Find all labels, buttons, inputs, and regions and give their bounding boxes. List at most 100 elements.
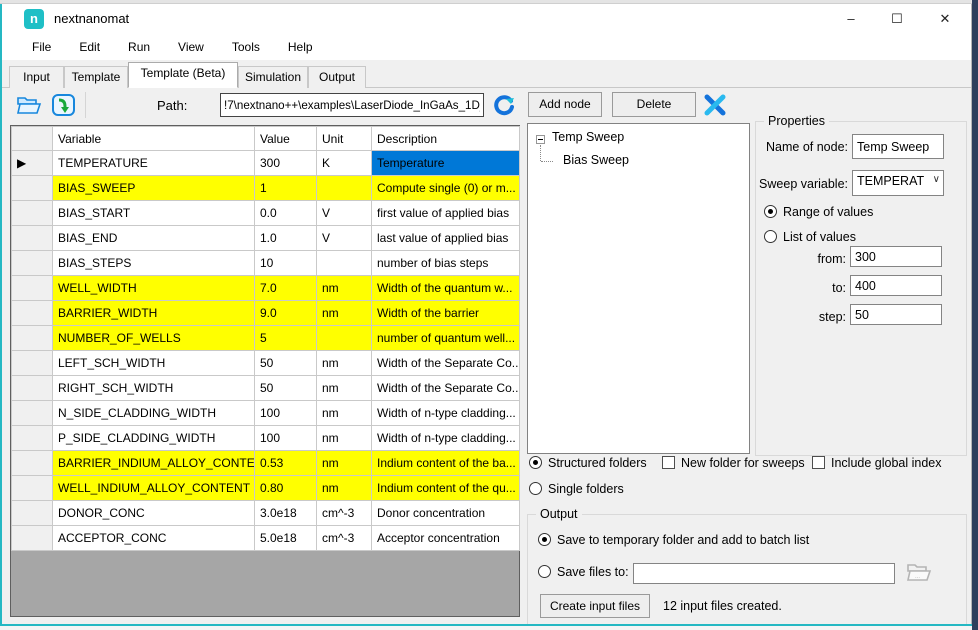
cell-value[interactable]: 1.0 [255,226,317,251]
row-selector[interactable] [12,401,53,426]
browse-folder-icon[interactable]: ... [906,561,932,588]
cell-value[interactable]: 0.0 [255,201,317,226]
checkbox-icon[interactable] [662,456,675,469]
tab-input[interactable]: Input [9,66,64,88]
cell-variable[interactable]: WELL_WIDTH [53,276,255,301]
close-button[interactable]: ✕ [923,4,967,34]
add-node-button[interactable]: Add node [528,92,602,117]
cell-unit[interactable]: cm^-3 [317,526,372,551]
menu-help[interactable]: Help [278,36,323,58]
cell-unit[interactable]: nm [317,351,372,376]
col-value[interactable]: Value [255,127,317,151]
cell-variable[interactable]: NUMBER_OF_WELLS [53,326,255,351]
tab-template-beta[interactable]: Template (Beta) [128,62,238,88]
path-input[interactable] [220,93,484,117]
cell-value[interactable]: 0.80 [255,476,317,501]
tree-node-root[interactable]: Temp Sweep [552,130,624,144]
cell-value[interactable]: 100 [255,401,317,426]
cell-variable[interactable]: ACCEPTOR_CONC [53,526,255,551]
row-selector[interactable] [12,376,53,401]
col-variable[interactable]: Variable [53,127,255,151]
cell-value[interactable]: 7.0 [255,276,317,301]
cell-variable[interactable]: BIAS_SWEEP [53,176,255,201]
cell-description[interactable]: Indium content of the qu... [372,476,520,501]
cell-description[interactable]: Acceptor concentration [372,526,520,551]
cell-value[interactable]: 3.0e18 [255,501,317,526]
radio-icon[interactable] [764,205,777,218]
cell-unit[interactable] [317,251,372,276]
row-selector[interactable] [12,326,53,351]
cell-variable[interactable]: WELL_INDIUM_ALLOY_CONTENT [53,476,255,501]
cell-description[interactable]: Width of n-type cladding... [372,401,520,426]
global-index-checkbox[interactable]: Include global index [812,456,942,470]
cell-description[interactable]: Width of the Separate Co... [372,351,520,376]
cell-description[interactable]: Temperature [372,151,520,176]
list-of-values-option[interactable]: List of values [764,230,856,244]
menu-run[interactable]: Run [118,36,160,58]
cell-value[interactable]: 10 [255,251,317,276]
row-selector[interactable] [12,251,53,276]
cell-variable[interactable]: BIAS_STEPS [53,251,255,276]
row-selector[interactable] [12,426,53,451]
menu-file[interactable]: File [22,36,61,58]
tab-template[interactable]: Template [64,66,128,88]
cell-description[interactable]: number of quantum well... [372,326,520,351]
cell-value[interactable]: 50 [255,351,317,376]
cell-unit[interactable]: nm [317,301,372,326]
cell-variable[interactable]: LEFT_SCH_WIDTH [53,351,255,376]
cell-unit[interactable] [317,176,372,201]
cell-unit[interactable] [317,326,372,351]
cell-unit[interactable]: nm [317,276,372,301]
cell-value[interactable]: 1 [255,176,317,201]
cell-description[interactable]: last value of applied bias [372,226,520,251]
save-temp-option[interactable]: Save to temporary folder and add to batc… [538,533,809,547]
cell-variable[interactable]: DONOR_CONC [53,501,255,526]
row-selector[interactable] [12,226,53,251]
cell-variable[interactable]: BIAS_END [53,226,255,251]
cell-variable[interactable]: TEMPERATURE [53,151,255,176]
node-name-field[interactable] [852,134,944,159]
col-description[interactable]: Description [372,127,520,151]
radio-icon[interactable] [538,565,551,578]
single-folders-option[interactable]: Single folders [529,482,624,496]
cell-unit[interactable]: nm [317,401,372,426]
row-selector[interactable] [12,301,53,326]
radio-icon[interactable] [538,533,551,546]
row-selector[interactable] [12,451,53,476]
cell-description[interactable]: Width of n-type cladding... [372,426,520,451]
cell-variable[interactable]: BIAS_START [53,201,255,226]
cell-unit[interactable]: nm [317,476,372,501]
radio-icon[interactable] [764,230,777,243]
cell-value[interactable]: 100 [255,426,317,451]
structured-folders-option[interactable]: Structured folders [529,456,647,470]
clear-tree-icon[interactable] [702,93,728,117]
cell-unit[interactable]: V [317,201,372,226]
cell-description[interactable]: Width of the quantum w... [372,276,520,301]
open-folder-icon[interactable] [12,90,46,120]
cell-description[interactable]: Width of the Separate Co... [372,376,520,401]
tree-node-child[interactable]: Bias Sweep [563,153,629,167]
row-selector[interactable] [12,201,53,226]
cell-description[interactable]: Compute single (0) or m... [372,176,520,201]
menu-edit[interactable]: Edit [69,36,110,58]
cell-unit[interactable]: cm^-3 [317,501,372,526]
checkbox-icon[interactable] [812,456,825,469]
cell-value[interactable]: 9.0 [255,301,317,326]
to-field[interactable] [850,275,942,296]
radio-icon[interactable] [529,456,542,469]
menu-view[interactable]: View [168,36,214,58]
cell-unit[interactable]: nm [317,451,372,476]
cell-description[interactable]: Donor concentration [372,501,520,526]
sweep-variable-dropdown[interactable]: TEMPERATURE ∨ [852,170,944,196]
row-selector[interactable] [12,176,53,201]
cell-variable[interactable]: P_SIDE_CLADDING_WIDTH [53,426,255,451]
step-field[interactable] [850,304,942,325]
save-path-input[interactable] [633,563,895,584]
cell-description[interactable]: Width of the barrier [372,301,520,326]
delete-button[interactable]: Delete [612,92,696,117]
maximize-button[interactable]: ☐ [875,4,919,34]
refresh-icon[interactable] [489,90,519,120]
row-selector[interactable] [12,501,53,526]
row-selector[interactable] [12,351,53,376]
cell-description[interactable]: first value of applied bias [372,201,520,226]
